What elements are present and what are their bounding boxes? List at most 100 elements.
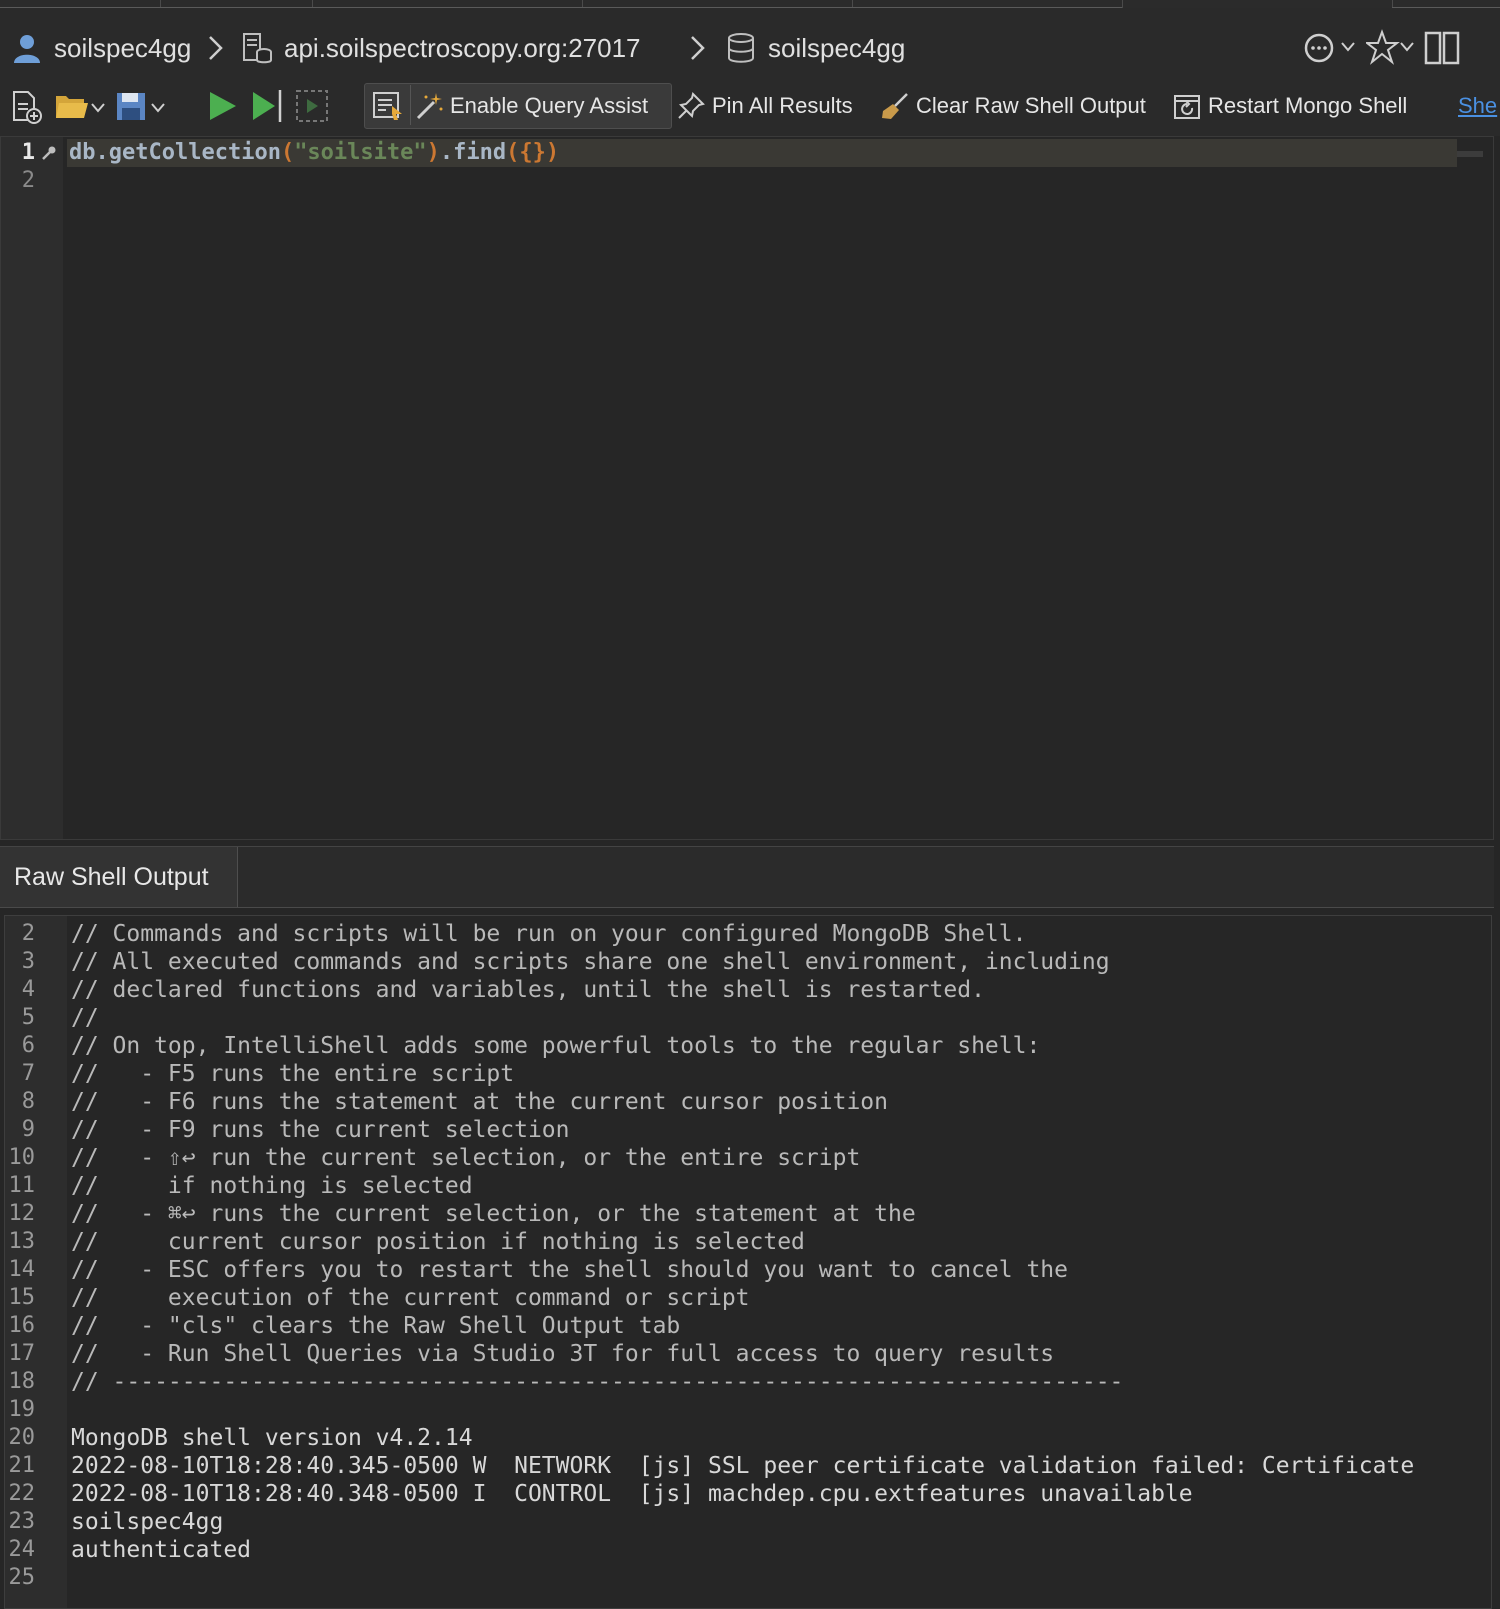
code-method: find — [453, 140, 507, 165]
split-layout-icon[interactable] — [1424, 28, 1460, 68]
output-line: 17 // - Run Shell Queries via Studio 3T f… — [5, 1340, 1491, 1368]
breadcrumb-database-label: soilspec4gg — [768, 32, 906, 63]
output-text: // — [71, 1005, 99, 1031]
output-line: 25 — [5, 1564, 1491, 1592]
breadcrumb-user-label: soilspec4gg — [54, 32, 192, 63]
line-number: 18 — [8, 1369, 36, 1394]
pin-all-results-button[interactable]: Pin All Results — [676, 84, 853, 128]
new-file-icon[interactable] — [10, 84, 44, 128]
editor-tab-strip — [0, 0, 1500, 9]
output-text: // if nothing is selected — [71, 1173, 473, 1199]
enable-query-assist-label: Enable Query Assist — [450, 93, 649, 118]
history-icon[interactable] — [1302, 28, 1362, 68]
open-folder-icon[interactable] — [54, 84, 110, 128]
code-punctuation: ) — [426, 140, 440, 165]
output-line: 15 // execution of the current command or… — [5, 1284, 1491, 1312]
output-line: 14 // - ESC offers you to restart the she… — [5, 1256, 1491, 1284]
query-assist-panel-icon[interactable] — [370, 84, 406, 128]
output-text: // - ESC offers you to restart the shell… — [71, 1257, 1068, 1283]
breadcrumb-server-label: api.soilspectroscopy.org:27017 — [284, 32, 641, 63]
output-text: // current cursor position if nothing is… — [71, 1229, 805, 1255]
code-punctuation: ( — [280, 140, 295, 165]
code-args: ({}) — [506, 140, 560, 165]
line-number: 15 — [8, 1285, 36, 1310]
output-line: 11 // if nothing is selected — [5, 1172, 1491, 1200]
code-punctuation: . — [439, 140, 454, 165]
enable-query-assist-button[interactable]: Enable Query Assist — [414, 84, 648, 128]
line-number: 9 — [21, 1117, 35, 1142]
output-line: 10 // - ⇧↩ run the current selection, or … — [5, 1144, 1491, 1172]
output-line: 23 soilspec4gg — [5, 1508, 1491, 1536]
user-icon — [14, 35, 40, 63]
line-number: 13 — [8, 1229, 36, 1254]
output-text: // - ⇧↩ run the current selection, or th… — [71, 1145, 861, 1171]
editor-line[interactable]: 1 db.getCollection("soilsite").find({}) — [1, 139, 1493, 167]
clear-raw-shell-output-label: Clear Raw Shell Output — [916, 93, 1146, 118]
line-number: 19 — [8, 1397, 36, 1422]
step-icon[interactable] — [250, 84, 286, 128]
output-line: 21 2022-08-10T18:28:40.345-0500 W NETWORK… — [5, 1452, 1491, 1480]
line-number: 20 — [8, 1425, 36, 1450]
output-line: 2 // Commands and scripts will be run on … — [5, 920, 1491, 948]
output-text: // On top, IntelliShell adds some powerf… — [71, 1033, 1041, 1059]
line-number: 2 — [21, 921, 35, 946]
broom-icon — [882, 93, 908, 119]
pin-all-results-label: Pin All Results — [712, 93, 853, 118]
breadcrumb-user[interactable]: soilspec4gg — [12, 30, 191, 66]
output-line: 9 // - F9 runs the current selection — [5, 1116, 1491, 1144]
run-selection-icon[interactable] — [294, 84, 330, 128]
output-line: 8 // - F6 runs the statement at the curre… — [5, 1088, 1491, 1116]
line-number: 8 — [21, 1089, 35, 1114]
breadcrumb-server[interactable]: api.soilspectroscopy.org:27017 — [242, 30, 641, 66]
line-number: 16 — [8, 1313, 36, 1338]
line-number: 7 — [21, 1061, 35, 1086]
raw-shell-output[interactable]: 2 // Commands and scripts will be run on … — [4, 915, 1492, 1609]
play-icon[interactable] — [206, 84, 240, 128]
output-line: 18 // -----------------------------------… — [5, 1368, 1491, 1396]
chevron-right-icon — [691, 36, 705, 60]
output-line: 24 authenticated — [5, 1536, 1491, 1564]
output-text: // All executed commands and scripts sha… — [71, 949, 1110, 975]
line-number: 11 — [8, 1173, 36, 1198]
output-text: // - F9 runs the current selection — [71, 1117, 570, 1143]
output-line: 4 // declared functions and variables, un… — [5, 976, 1491, 1004]
output-line: 7 // - F5 runs the entire script — [5, 1060, 1491, 1088]
line-number: 22 — [8, 1481, 36, 1506]
tab-raw-shell-output[interactable]: Raw Shell Output — [0, 847, 238, 907]
connection-breadcrumb: soilspec4gg api.soilspectroscopy.org:270… — [0, 8, 1500, 88]
editor-line[interactable]: 2 — [1, 167, 1493, 195]
server-icon — [243, 33, 272, 64]
line-number: 5 — [21, 1005, 35, 1030]
output-text: // - F5 runs the entire script — [71, 1061, 515, 1087]
output-text: soilspec4gg — [71, 1509, 224, 1535]
output-text: // execution of the current command or s… — [71, 1285, 750, 1311]
star-icon[interactable] — [1366, 28, 1416, 68]
output-line: 3 // All executed commands and scripts sh… — [5, 948, 1491, 976]
output-tab-bar: Raw Shell Output — [0, 847, 1494, 908]
output-panel: Raw Shell Output 2 // Commands and script… — [0, 846, 1494, 1609]
save-icon[interactable] — [114, 84, 170, 128]
shell-link[interactable]: She — [1458, 84, 1500, 128]
restart-mongo-shell-button[interactable]: Restart Mongo Shell — [1172, 84, 1407, 128]
editor-code: db.getCollection("soilsite").find({}) — [69, 139, 559, 167]
output-line: 13 // current cursor position if nothing … — [5, 1228, 1491, 1256]
line-number: 6 — [21, 1033, 35, 1058]
code-string: "soilsite" — [294, 140, 427, 165]
line-number: 2 — [21, 168, 35, 193]
line-number: 10 — [8, 1145, 36, 1170]
output-line: 22 2022-08-10T18:28:40.348-0500 I CONTROL… — [5, 1480, 1491, 1508]
output-line: 12 // - ⌘↩ runs the current selection, or… — [5, 1200, 1491, 1228]
query-editor[interactable]: 1 db.getCollection("soilsite").find({}) … — [0, 136, 1494, 840]
output-line: 20 MongoDB shell version v4.2.14 — [5, 1424, 1491, 1452]
line-number: 1 — [21, 140, 35, 165]
line-number: 17 — [8, 1341, 36, 1366]
toolbar-divider — [410, 85, 411, 125]
output-line: 5 // — [5, 1004, 1491, 1032]
output-text: // Commands and scripts will be run on y… — [71, 921, 1027, 947]
output-text: MongoDB shell version v4.2.14 — [71, 1425, 473, 1451]
clear-raw-shell-output-button[interactable]: Clear Raw Shell Output — [880, 84, 1146, 128]
output-text: 2022-08-10T18:28:40.348-0500 I CONTROL [… — [71, 1481, 1193, 1507]
breadcrumb-database[interactable]: soilspec4gg — [726, 30, 905, 66]
wrench-icon — [42, 146, 56, 160]
code-punctuation: . — [95, 140, 109, 165]
